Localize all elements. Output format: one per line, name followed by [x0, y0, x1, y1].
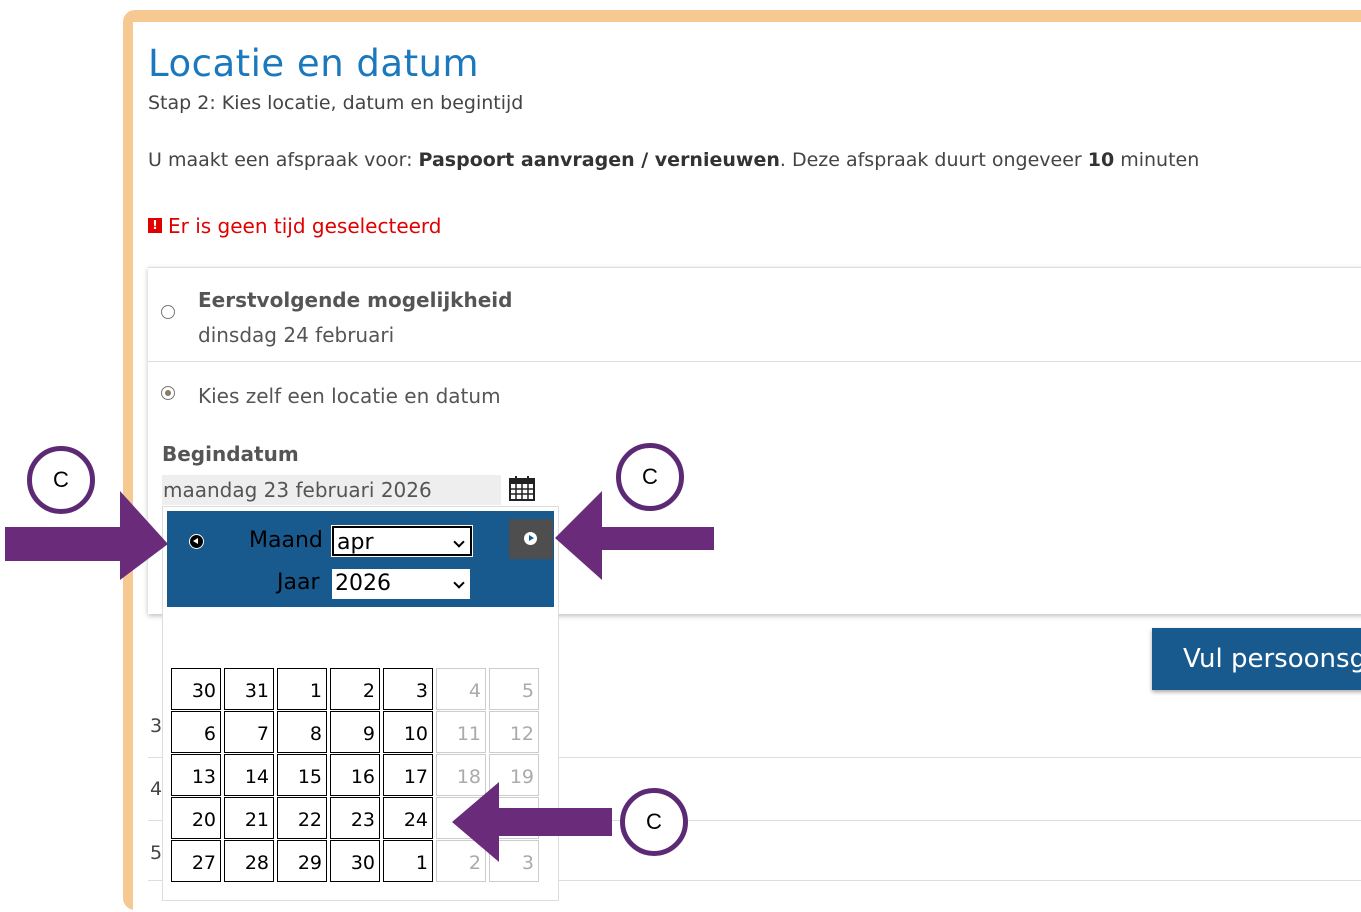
- calendar-day[interactable]: 13: [171, 754, 221, 796]
- calendar-week-row: 27 28 29 30 1 2 3: [171, 840, 539, 882]
- calendar-day: 12: [489, 711, 539, 753]
- calendar-day: 3: [489, 840, 539, 882]
- calendar-day[interactable]: 14: [224, 754, 274, 796]
- annotation-marker: C: [620, 788, 688, 856]
- calendar-week-row: 20 21 22 23 24: [171, 797, 539, 839]
- calendar-day: 11: [436, 711, 486, 753]
- calendar-day: 4: [436, 668, 486, 710]
- datepicker-popup: Maand apr Jaar 2026 30 31 1 2 3 4 5 6 7 8 9 10 11 12 1…: [162, 506, 559, 901]
- list-row-number: 5: [150, 842, 163, 864]
- calendar-day[interactable]: 23: [330, 797, 380, 839]
- calendar-day: [489, 797, 539, 839]
- datepicker-header: Maand apr Jaar 2026: [167, 511, 554, 607]
- calendar-day: 5: [489, 668, 539, 710]
- calendar-day[interactable]: 30: [171, 668, 221, 710]
- duration-value: 10: [1087, 149, 1115, 171]
- month-label: Maand: [249, 528, 323, 553]
- intro-prefix: U maakt een afspraak voor:: [148, 149, 419, 171]
- previous-month-icon[interactable]: [189, 534, 204, 549]
- own-choice-radio[interactable]: [161, 386, 175, 400]
- calendar-day[interactable]: 2: [330, 668, 380, 710]
- calendar-day[interactable]: 3: [383, 668, 433, 710]
- calendar-day: 2: [436, 840, 486, 882]
- list-row-number: 4: [150, 778, 163, 800]
- calendar-day[interactable]: 24: [383, 797, 433, 839]
- chevron-down-icon: [453, 577, 465, 589]
- year-select[interactable]: 2026: [332, 569, 470, 599]
- begindatum-input[interactable]: maandag 23 februari 2026: [162, 475, 501, 505]
- calendar-icon[interactable]: [508, 474, 536, 502]
- calendar-day[interactable]: 1: [383, 840, 433, 882]
- begindatum-label: Begindatum: [162, 442, 299, 466]
- calendar-day: 19: [489, 754, 539, 796]
- calendar-day[interactable]: 30: [330, 840, 380, 882]
- calendar-day[interactable]: 1: [277, 668, 327, 710]
- chevron-down-icon: [453, 536, 465, 548]
- error-text: Er is geen tijd geselecteerd: [168, 214, 442, 238]
- annotation-marker: C: [616, 443, 684, 511]
- page-title: Locatie en datum: [148, 42, 480, 85]
- calendar-day[interactable]: 7: [224, 711, 274, 753]
- calendar-day[interactable]: 20: [171, 797, 221, 839]
- calendar-day[interactable]: 21: [224, 797, 274, 839]
- error-message: ! Er is geen tijd geselecteerd: [148, 214, 442, 238]
- month-select[interactable]: apr: [331, 525, 473, 557]
- calendar-day[interactable]: 15: [277, 754, 327, 796]
- fill-personal-data-button[interactable]: Vul persoonsg: [1152, 628, 1361, 690]
- year-select-value: 2026: [335, 571, 391, 596]
- error-icon: !: [148, 218, 162, 233]
- product-name: Paspoort aanvragen / vernieuwen: [418, 149, 780, 171]
- list-row-number: 3: [150, 715, 163, 737]
- calendar-week-row: 6 7 8 9 10 11 12: [171, 711, 539, 753]
- calendar-day[interactable]: 17: [383, 754, 433, 796]
- first-option-date: dinsdag 24 februari: [198, 323, 395, 347]
- month-select-value: apr: [337, 530, 374, 555]
- next-month-button[interactable]: [509, 519, 553, 559]
- calendar-day[interactable]: 16: [330, 754, 380, 796]
- year-label: Jaar: [277, 570, 320, 595]
- calendar-day[interactable]: 27: [171, 840, 221, 882]
- calendar-day[interactable]: 31: [224, 668, 274, 710]
- calendar-grid: 30 31 1 2 3 4 5 6 7 8 9 10 11 12 13 14 15 16 17 18 19 20 21 22 2…: [168, 667, 542, 883]
- calendar-day: 18: [436, 754, 486, 796]
- appointment-intro: U maakt een afspraak voor: Paspoort aanv…: [148, 149, 1199, 171]
- step-subtitle: Stap 2: Kies locatie, datum en begintijd: [148, 92, 524, 114]
- intro-suffix: minuten: [1114, 149, 1200, 171]
- own-choice-label: Kies zelf een locatie en datum: [198, 384, 501, 408]
- calendar-day[interactable]: 29: [277, 840, 327, 882]
- calendar-day[interactable]: 6: [171, 711, 221, 753]
- first-option-radio[interactable]: [161, 305, 175, 319]
- calendar-day[interactable]: 10: [383, 711, 433, 753]
- option-divider: [148, 361, 1361, 362]
- next-month-icon: [524, 532, 537, 545]
- calendar-week-row: 13 14 15 16 17 18 19: [171, 754, 539, 796]
- calendar-day[interactable]: 22: [277, 797, 327, 839]
- calendar-day[interactable]: 9: [330, 711, 380, 753]
- calendar-day[interactable]: 28: [224, 840, 274, 882]
- annotation-marker: C: [27, 446, 95, 514]
- calendar-day[interactable]: 8: [277, 711, 327, 753]
- calendar-day: [436, 797, 486, 839]
- intro-middle: . Deze afspraak duurt ongeveer: [779, 149, 1088, 171]
- first-option-title: Eerstvolgende mogelijkheid: [198, 288, 513, 312]
- calendar-week-row: 30 31 1 2 3 4 5: [171, 668, 539, 710]
